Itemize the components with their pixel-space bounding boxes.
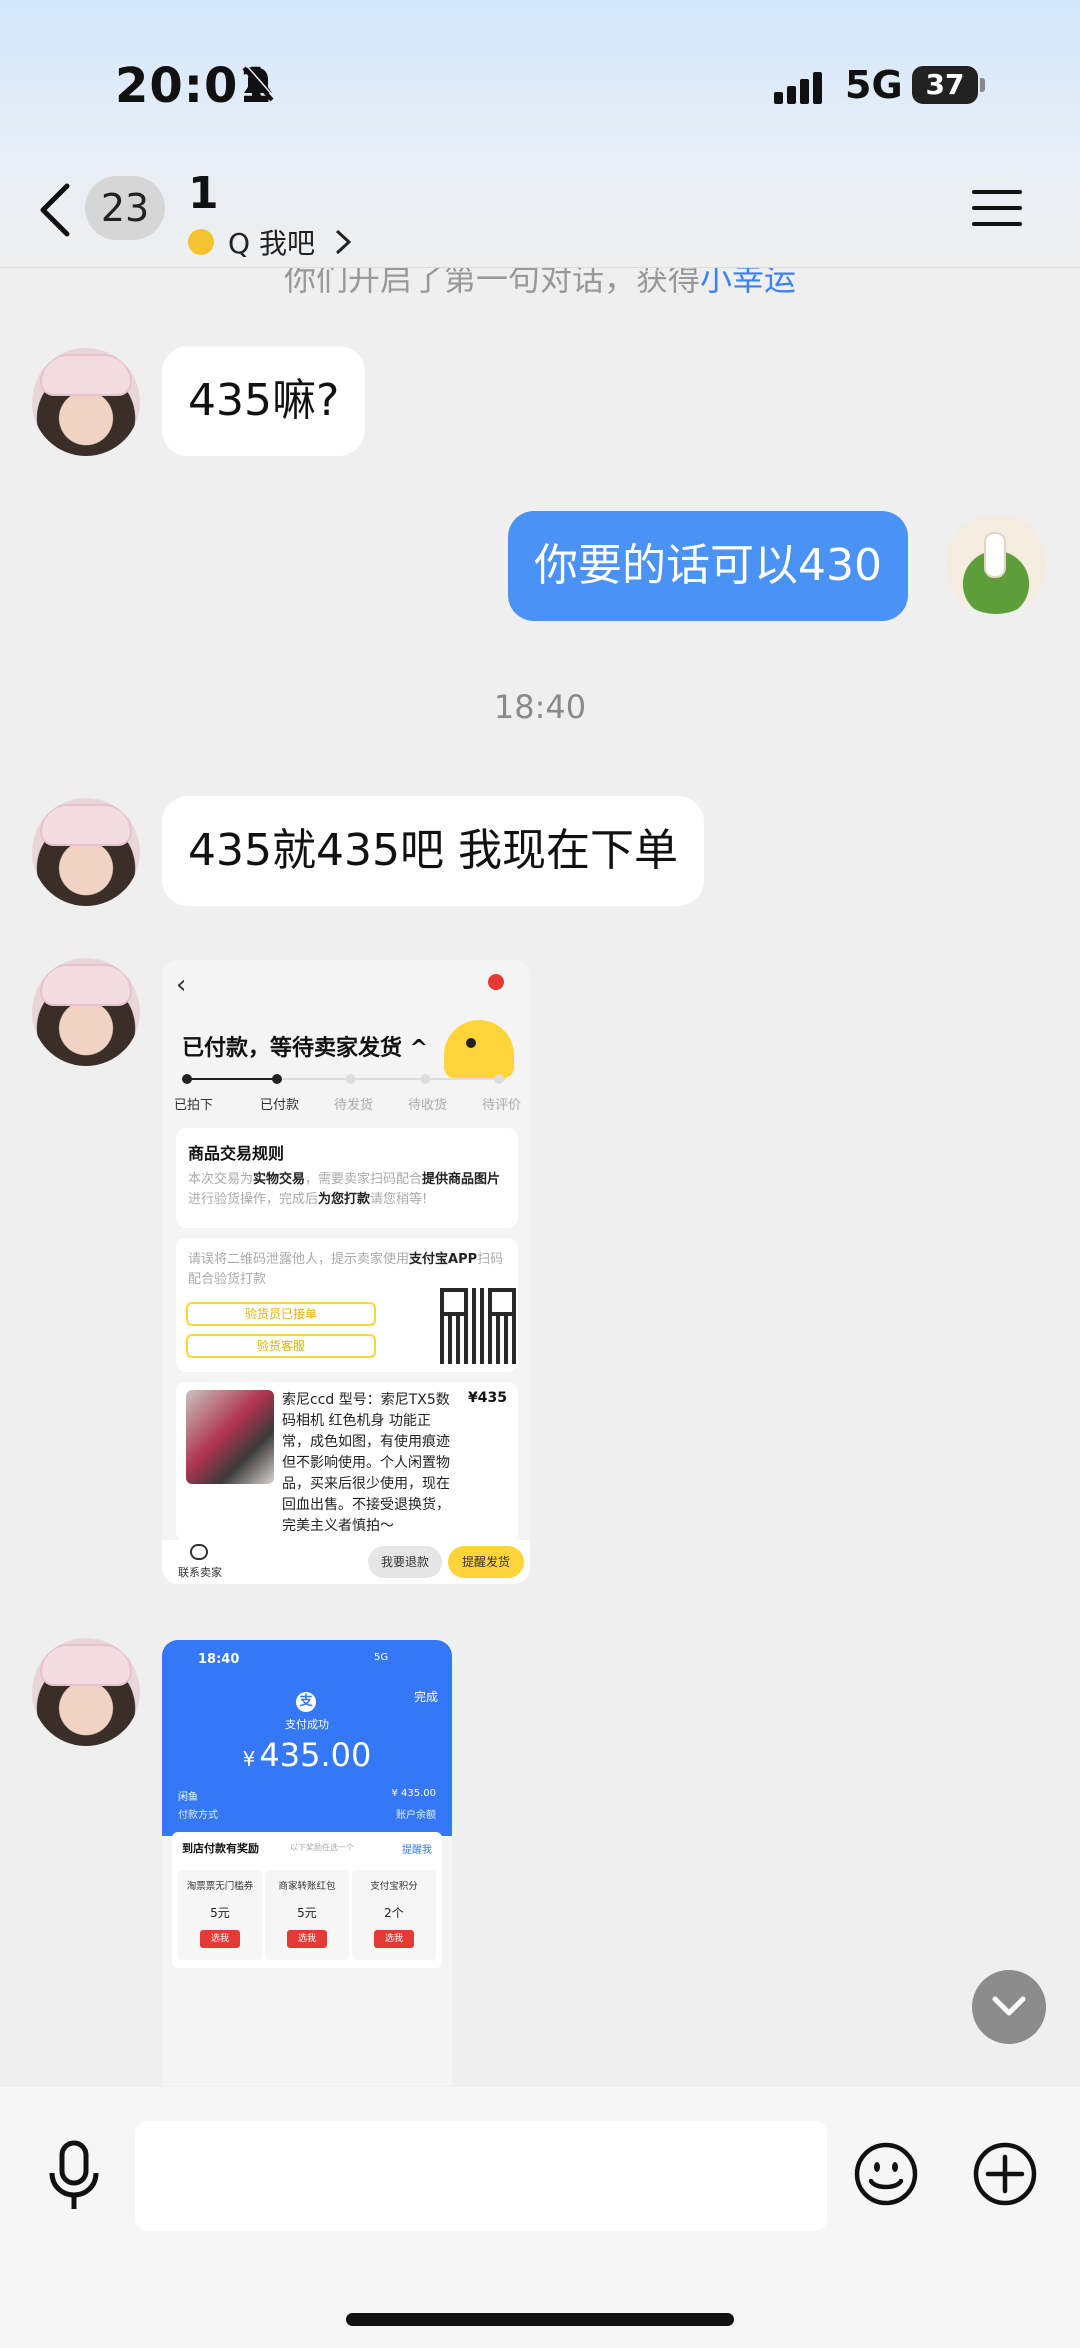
back-arrow-icon[interactable]	[35, 180, 75, 240]
chevron-down-icon	[992, 1996, 1026, 2016]
order-status-title: 已付款，等待卖家发货 ^	[182, 1036, 429, 1061]
chat-title[interactable]: 1	[188, 168, 219, 219]
inspector-pill: 验货员已接单	[186, 1302, 376, 1326]
payment-amount: ¥435.00	[242, 1736, 372, 1774]
battery-icon: 37	[912, 66, 978, 104]
menu-icon[interactable]	[970, 186, 1024, 230]
emoji-icon[interactable]	[853, 2141, 919, 2207]
remind-ship-button: 提醒发货	[448, 1546, 524, 1578]
message-timestamp: 18:40	[493, 688, 587, 726]
step-label: 待收货	[408, 1098, 448, 1113]
order-action-bar: 联系卖家 我要退款 提醒发货	[162, 1540, 530, 1584]
step-label: 已付款	[260, 1098, 300, 1113]
home-indicator[interactable]	[346, 2313, 734, 2326]
trade-rules-card: 商品交易规则 本次交易为实物交易，需要卖家扫码配合提供商品图片进行验货操作，完成…	[176, 1128, 518, 1228]
payment-header: 18:40 5G 完成 支 支付成功 ¥435.00 闲鱼 ¥ 435.00 付…	[162, 1640, 452, 1836]
payment-status: 支付成功	[285, 1718, 329, 1731]
mascot-icon	[444, 1020, 514, 1078]
trade-rules-title: 商品交易规则	[188, 1144, 285, 1163]
reward-card: 到店付款有奖励 以下奖励任选一个 提醒我 淘票票无门槛券 5元 选我 商家转账红…	[172, 1832, 442, 1968]
battery-cap	[980, 78, 985, 92]
contact-seller-label: 联系卖家	[178, 1566, 222, 1579]
pay-method-value: 账户余额	[396, 1810, 436, 1821]
muted-bell-icon	[242, 65, 276, 102]
item-image	[186, 1390, 274, 1484]
item-price: ¥435	[468, 1390, 507, 1406]
payment-screenshot-image[interactable]: 18:40 5G 完成 支 支付成功 ¥435.00 闲鱼 ¥ 435.00 付…	[162, 1640, 452, 2086]
payment-time: 18:40	[198, 1652, 240, 1667]
avatar[interactable]	[32, 348, 140, 456]
avatar[interactable]	[32, 798, 140, 906]
chevron-right-icon	[335, 229, 352, 255]
avatar[interactable]	[32, 1638, 140, 1746]
plus-icon[interactable]	[972, 2141, 1038, 2207]
order-screenshot-image[interactable]: ‹ 已付款，等待卖家发货 ^ 已拍下 已付款 待发货 待收货 待评价 商品交易规…	[162, 960, 530, 1584]
avatar[interactable]	[32, 958, 140, 1066]
chat-subtitle[interactable]: Q 我吧	[188, 222, 357, 262]
step-label: 待评价	[482, 1098, 522, 1113]
step-label: 已拍下	[174, 1098, 214, 1113]
item-card: 索尼ccd 型号：索尼TX5数码相机 红色机身 功能正常，成色如图，有使用痕迹但…	[176, 1382, 518, 1542]
message-input[interactable]	[135, 2121, 827, 2231]
message-bubble-self[interactable]: 你要的话可以430	[508, 511, 908, 621]
inspector-service-pill: 验货客服	[186, 1334, 376, 1358]
step-label: 待发货	[334, 1098, 374, 1113]
message-bubble[interactable]: 435嘛?	[162, 346, 366, 456]
my-avatar[interactable]	[946, 514, 1046, 614]
chat-header: 20:01 5G 37 23 1 Q 我吧	[0, 0, 1080, 268]
unread-count-badge[interactable]: 23	[85, 176, 165, 240]
reward-option: 商家转账红包 5元 选我	[265, 1870, 349, 1960]
qr-instructions: 请误将二维码泄露他人，提示卖家使用支付宝APP扫码配合验货打款	[188, 1252, 504, 1287]
order-progress: 已拍下 已付款 待发货 待收货 待评价	[174, 1072, 522, 1113]
network-label: 5G	[845, 63, 903, 107]
qr-verify-card: 请误将二维码泄露他人，提示卖家使用支付宝APP扫码配合验货打款 验货员已接单 验…	[176, 1238, 518, 1372]
trade-rules-body: 本次交易为实物交易，需要卖家扫码配合提供商品图片进行验货操作，完成后为您打款请您…	[188, 1172, 501, 1207]
alipay-icon: 支	[296, 1692, 316, 1712]
reward-option: 淘票票无门槛券 5元 选我	[178, 1870, 262, 1960]
signal-icon	[774, 72, 822, 104]
payment-done-label: 完成	[414, 1690, 439, 1704]
microphone-icon[interactable]	[44, 2137, 104, 2217]
smile-emoji-icon	[188, 229, 214, 255]
back-icon: ‹	[176, 970, 187, 1000]
pay-method-label: 付款方式	[178, 1810, 218, 1821]
chat-bubble-icon	[190, 1544, 208, 1560]
input-bar	[0, 2087, 1080, 2348]
item-description: 索尼ccd 型号：索尼TX5数码相机 红色机身 功能正常，成色如图，有使用痕迹但…	[282, 1392, 450, 1534]
merchant-amount: ¥ 435.00	[391, 1788, 436, 1799]
qr-code-icon	[440, 1288, 516, 1364]
reward-title: 到店付款有奖励	[182, 1842, 259, 1855]
merchant-label: 闲鱼	[178, 1792, 198, 1803]
reward-remind-link: 提醒我	[402, 1845, 432, 1856]
reward-subtitle: 以下奖励任选一个	[290, 1843, 354, 1852]
reward-option: 支付宝积分 2个 选我	[352, 1870, 436, 1960]
payment-signal: 5G	[374, 1652, 389, 1663]
message-bubble[interactable]: 435就435吧 我现在下单	[162, 796, 704, 906]
notification-dot	[488, 974, 504, 990]
refund-button: 我要退款	[368, 1546, 442, 1578]
scroll-to-bottom-button[interactable]	[972, 1970, 1046, 2044]
chat-subtitle-text: Q 我吧	[228, 227, 315, 260]
